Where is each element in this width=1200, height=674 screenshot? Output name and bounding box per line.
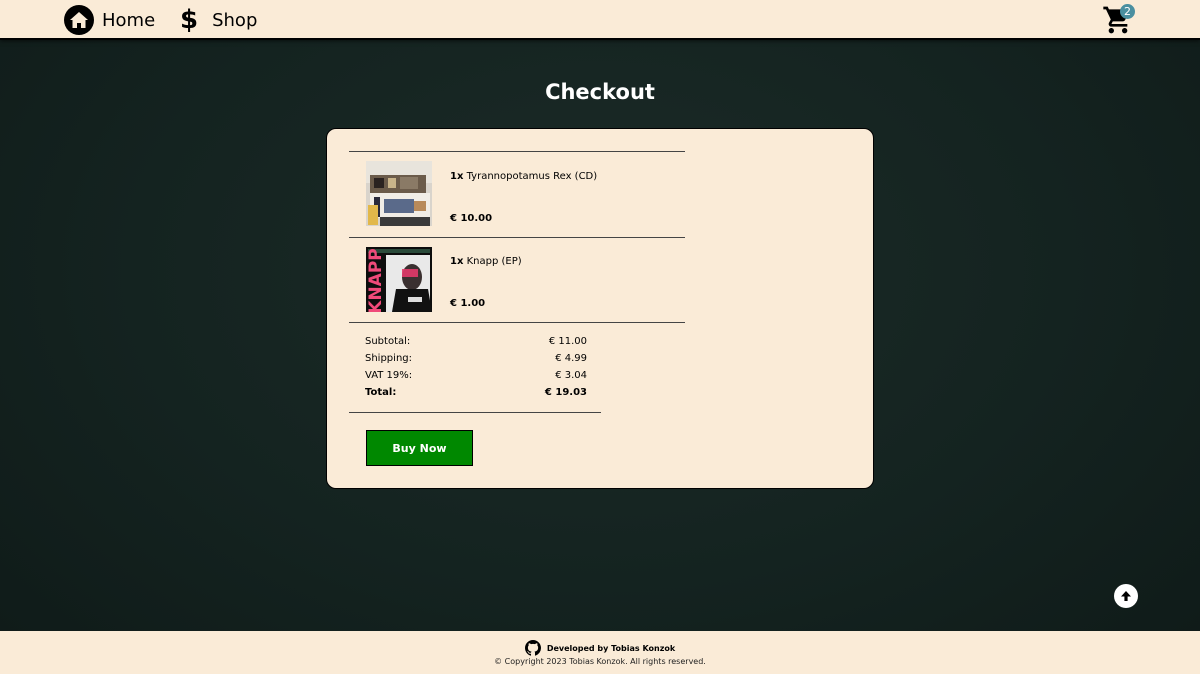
item-qty: 1x xyxy=(450,256,464,267)
vat-row: VAT 19%: € 3.04 xyxy=(365,370,587,381)
divider xyxy=(349,412,601,413)
divider xyxy=(349,322,685,323)
nav-shop-link[interactable]: $ Shop xyxy=(176,0,257,40)
page-title: Checkout xyxy=(545,80,655,104)
total-row: Total: € 19.03 xyxy=(365,387,587,398)
developer-credit: Developed by Tobias Konzok xyxy=(546,643,676,653)
footer-developer: Developed by Tobias Konzok xyxy=(0,640,1200,656)
item-qty: 1x xyxy=(450,171,464,182)
item-name: 1x Knapp (EP) xyxy=(450,256,522,267)
divider xyxy=(349,151,685,152)
subtotal-value: € 11.00 xyxy=(548,336,587,347)
dollar-icon: $ xyxy=(180,5,199,35)
album-cover-image xyxy=(366,161,432,226)
subtotal-label: Subtotal: xyxy=(365,336,411,347)
shipping-label: Shipping: xyxy=(365,353,412,364)
checkout-card: 1x Tyrannopotamus Rex (CD) € 10.00 KNAPP… xyxy=(326,128,874,489)
nav-shop-label: Shop xyxy=(212,9,258,31)
shipping-value: € 4.99 xyxy=(555,353,587,364)
arrow-up-icon xyxy=(1121,591,1131,601)
buy-now-button[interactable]: Buy Now xyxy=(366,430,473,466)
top-navbar: Home $ Shop 2 xyxy=(0,0,1200,40)
nav-home-link[interactable]: Home xyxy=(64,0,155,40)
cover-title: KNAPP xyxy=(366,248,386,312)
github-icon[interactable] xyxy=(524,640,541,656)
item-title: Knapp (EP) xyxy=(466,256,522,267)
cart-count-badge: 2 xyxy=(1120,4,1135,19)
cart-button[interactable]: 2 xyxy=(1102,4,1138,36)
item-name: 1x Tyrannopotamus Rex (CD) xyxy=(450,171,597,182)
footer: Developed by Tobias Konzok © Copyright 2… xyxy=(0,631,1200,674)
copyright-text: © Copyright 2023 Tobias Konzok. All righ… xyxy=(494,657,706,666)
home-icon xyxy=(64,5,94,35)
total-label: Total: xyxy=(365,387,397,398)
item-title: Tyrannopotamus Rex (CD) xyxy=(466,171,598,182)
album-cover-image: KNAPP xyxy=(366,247,432,312)
vat-label: VAT 19%: xyxy=(365,370,413,381)
scroll-to-top-button[interactable] xyxy=(1114,584,1138,608)
vat-value: € 3.04 xyxy=(555,370,587,381)
total-value: € 19.03 xyxy=(544,387,587,398)
item-price: € 10.00 xyxy=(450,213,493,224)
shipping-row: Shipping: € 4.99 xyxy=(365,353,587,364)
nav-home-label: Home xyxy=(102,9,156,31)
item-price: € 1.00 xyxy=(450,298,486,309)
divider xyxy=(349,237,685,238)
subtotal-row: Subtotal: € 11.00 xyxy=(365,336,587,347)
